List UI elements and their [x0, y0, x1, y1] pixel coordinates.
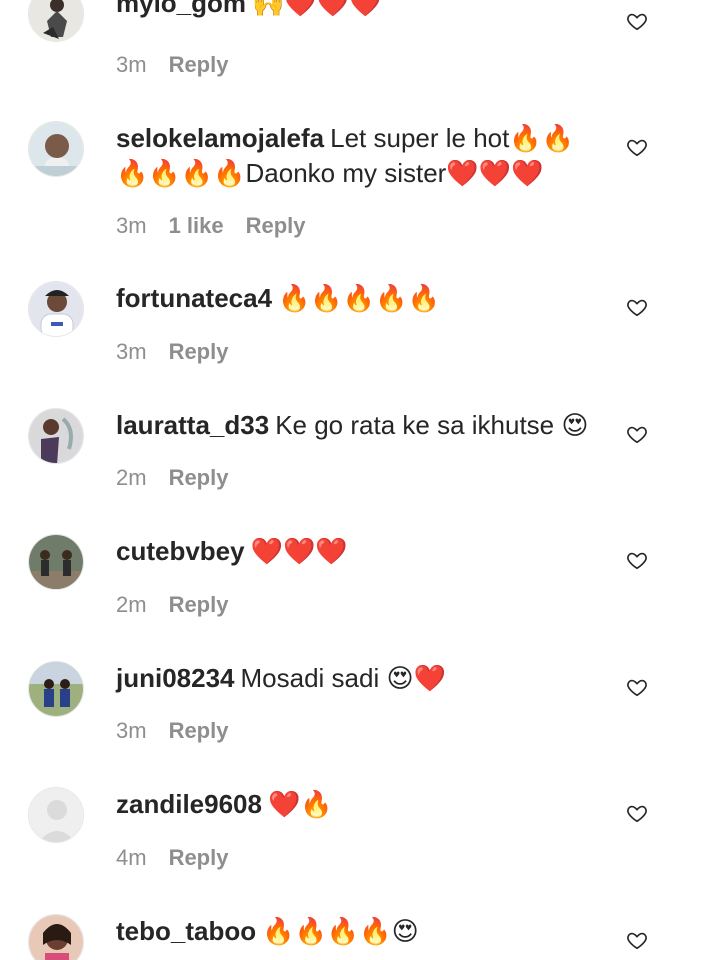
reply-button[interactable]: Reply: [246, 213, 306, 239]
comment-item: lauratta_d33 Ke go rata ke sa ikhutse 😍 2…: [0, 408, 720, 518]
comment-text: Mosadi sadi 😍❤️: [240, 663, 446, 693]
comment-username[interactable]: selokelamojalefa: [116, 123, 324, 153]
comment-meta: 3m Reply: [116, 52, 250, 78]
comment-text: ❤️❤️❤️: [250, 536, 348, 566]
likes-count-button[interactable]: 1 like: [169, 213, 224, 239]
reply-button[interactable]: Reply: [169, 339, 229, 365]
comment-timestamp: 3m: [116, 52, 147, 77]
comment-username[interactable]: juni08234: [116, 663, 235, 693]
reply-button[interactable]: Reply: [169, 592, 229, 618]
comment-meta: 3m 1 like Reply: [116, 213, 328, 239]
avatar[interactable]: [28, 914, 84, 960]
comment-body: juni08234 Mosadi sadi 😍❤️: [116, 661, 606, 696]
reply-button[interactable]: Reply: [169, 845, 229, 871]
heart-outline-icon[interactable]: [626, 549, 648, 571]
comment-username[interactable]: mylo_gom: [116, 0, 246, 18]
heart-outline-icon[interactable]: [626, 296, 648, 318]
comment-body: fortunateca4 🔥🔥🔥🔥🔥: [116, 281, 606, 316]
comment-timestamp: 3m: [116, 339, 147, 364]
comment-meta: 2m Reply: [116, 465, 250, 491]
comment-text: ❤️🔥: [267, 789, 333, 819]
comment-body: zandile9608 ❤️🔥: [116, 787, 606, 822]
comment-meta: 3m Reply: [116, 339, 250, 365]
avatar[interactable]: [28, 534, 84, 590]
comment-item: selokelamojalefa Let super le hot🔥🔥🔥🔥🔥🔥Da…: [0, 121, 720, 261]
comment-body: selokelamojalefa Let super le hot🔥🔥🔥🔥🔥🔥Da…: [116, 121, 606, 191]
comment-username[interactable]: fortunateca4: [116, 283, 272, 313]
avatar[interactable]: [28, 408, 84, 464]
comment-item: zandile9608 ❤️🔥 4m Reply: [0, 787, 720, 897]
comment-item: cutebvbey ❤️❤️❤️ 2m Reply: [0, 534, 720, 644]
comment-timestamp: 2m: [116, 465, 147, 490]
comment-timestamp: 3m: [116, 718, 147, 743]
comment-meta: 4m Reply: [116, 845, 250, 871]
default-avatar-icon[interactable]: [28, 787, 84, 843]
comment-timestamp: 4m: [116, 845, 147, 870]
comment-text: 🔥🔥🔥🔥😍: [262, 916, 419, 946]
heart-outline-icon[interactable]: [626, 423, 648, 445]
comment-item: fortunateca4 🔥🔥🔥🔥🔥 3m Reply: [0, 281, 720, 391]
comment-body: tebo_taboo 🔥🔥🔥🔥😍: [116, 914, 606, 949]
avatar[interactable]: [28, 0, 84, 42]
comment-username[interactable]: zandile9608: [116, 789, 262, 819]
comment-text: Ke go rata ke sa ikhutse 😍: [275, 410, 589, 440]
comment-item: mylo_gom 🙌❤️❤️❤️ 3m Reply: [0, 0, 720, 96]
comment-username[interactable]: tebo_taboo: [116, 916, 256, 946]
comment-text: 🔥🔥🔥🔥🔥: [278, 283, 440, 313]
comment-item: juni08234 Mosadi sadi 😍❤️ 3m Reply: [0, 661, 720, 771]
comment-meta: 2m Reply: [116, 592, 250, 618]
avatar[interactable]: [28, 281, 84, 337]
comment-body: cutebvbey ❤️❤️❤️: [116, 534, 606, 569]
comment-username[interactable]: cutebvbey: [116, 536, 245, 566]
comment-item: tebo_taboo 🔥🔥🔥🔥😍: [0, 914, 720, 960]
comment-username[interactable]: lauratta_d33: [116, 410, 269, 440]
reply-button[interactable]: Reply: [169, 718, 229, 744]
heart-outline-icon[interactable]: [626, 136, 648, 158]
comment-meta: 3m Reply: [116, 718, 250, 744]
avatar[interactable]: [28, 121, 84, 177]
reply-button[interactable]: Reply: [169, 465, 229, 491]
reply-button[interactable]: Reply: [169, 52, 229, 78]
comment-timestamp: 2m: [116, 592, 147, 617]
comment-timestamp: 3m: [116, 213, 147, 238]
avatar[interactable]: [28, 661, 84, 717]
heart-outline-icon[interactable]: [626, 929, 648, 951]
heart-outline-icon[interactable]: [626, 802, 648, 824]
comment-body: lauratta_d33 Ke go rata ke sa ikhutse 😍: [116, 408, 606, 443]
comment-body: mylo_gom 🙌❤️❤️❤️: [116, 0, 606, 21]
heart-outline-icon[interactable]: [626, 10, 648, 32]
heart-outline-icon[interactable]: [626, 676, 648, 698]
comment-text: 🙌❤️❤️❤️: [252, 0, 382, 18]
